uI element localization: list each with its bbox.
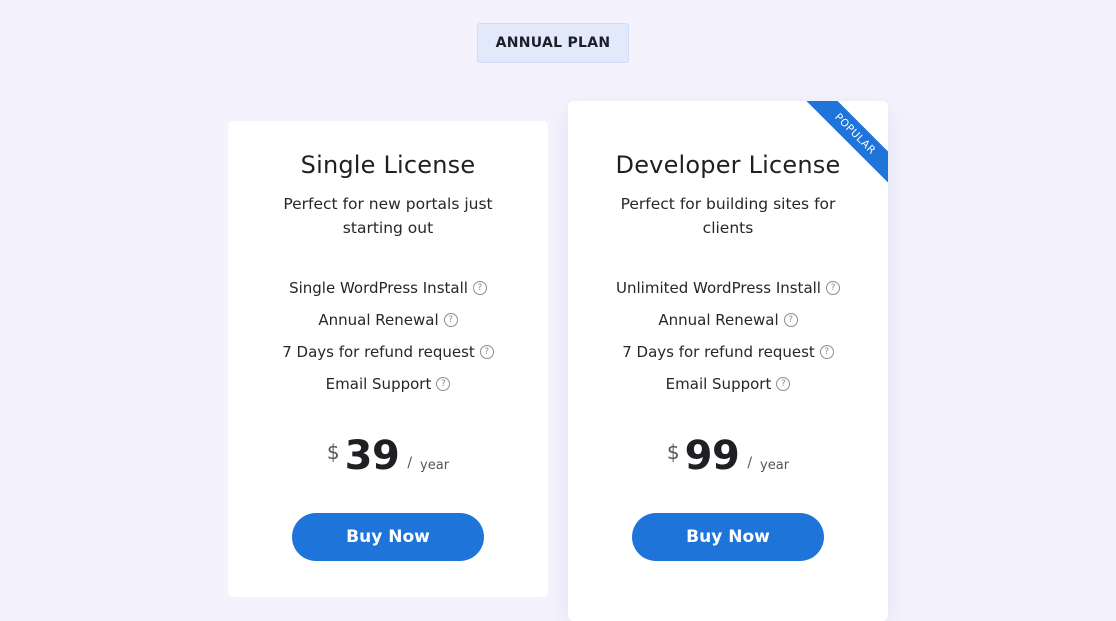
feature-list: Unlimited WordPress Install ? Annual Ren… [568,272,888,400]
feature-item: Email Support ? [568,368,888,400]
feature-item: Unlimited WordPress Install ? [568,272,888,304]
feature-label: Email Support [325,375,432,393]
help-icon[interactable]: ? [436,377,451,391]
price-separator: / [407,455,413,471]
annual-plan-toggle[interactable]: ANNUAL PLAN [477,23,629,63]
feature-item: Annual Renewal ? [228,304,548,336]
price: $ 39 / year [228,433,548,479]
plan-title: Developer License [615,151,841,179]
price-amount: 39 [344,433,400,479]
buy-now-button[interactable]: Buy Now [292,513,484,561]
price-period: year [760,458,790,473]
help-icon[interactable]: ? [479,345,494,359]
feature-label: 7 Days for refund request [282,343,475,361]
feature-item: 7 Days for refund request ? [568,336,888,368]
help-icon[interactable]: ? [825,281,840,295]
feature-label: Email Support [665,375,772,393]
help-icon[interactable]: ? [783,313,798,327]
plan-description: Perfect for new portals just starting ou… [283,195,493,237]
plan-title: Single License [300,151,476,179]
price-separator: / [747,455,753,471]
feature-label: Annual Renewal [318,311,439,329]
feature-list: Single WordPress Install ? Annual Renewa… [228,272,548,400]
feature-label: Annual Renewal [658,311,779,329]
price-amount: 99 [684,433,740,479]
feature-label: Unlimited WordPress Install [616,279,821,297]
feature-item: Email Support ? [228,368,548,400]
feature-item: 7 Days for refund request ? [228,336,548,368]
help-icon[interactable]: ? [443,313,458,327]
feature-label: 7 Days for refund request [622,343,815,361]
feature-item: Single WordPress Install ? [228,272,548,304]
price-currency: $ [666,440,680,464]
developer-license-card: POPULAR Developer License Perfect for bu… [568,101,888,621]
help-icon[interactable]: ? [819,345,834,359]
price-period: year [420,458,450,473]
help-icon[interactable]: ? [776,377,791,391]
single-license-card: Single License Perfect for new portals j… [228,121,548,597]
price-currency: $ [326,440,340,464]
price: $ 99 / year [568,433,888,479]
plan-description: Perfect for building sites for clients [620,195,836,237]
feature-label: Single WordPress Install [289,279,468,297]
feature-item: Annual Renewal ? [568,304,888,336]
help-icon[interactable]: ? [472,281,487,295]
buy-now-button[interactable]: Buy Now [632,513,824,561]
